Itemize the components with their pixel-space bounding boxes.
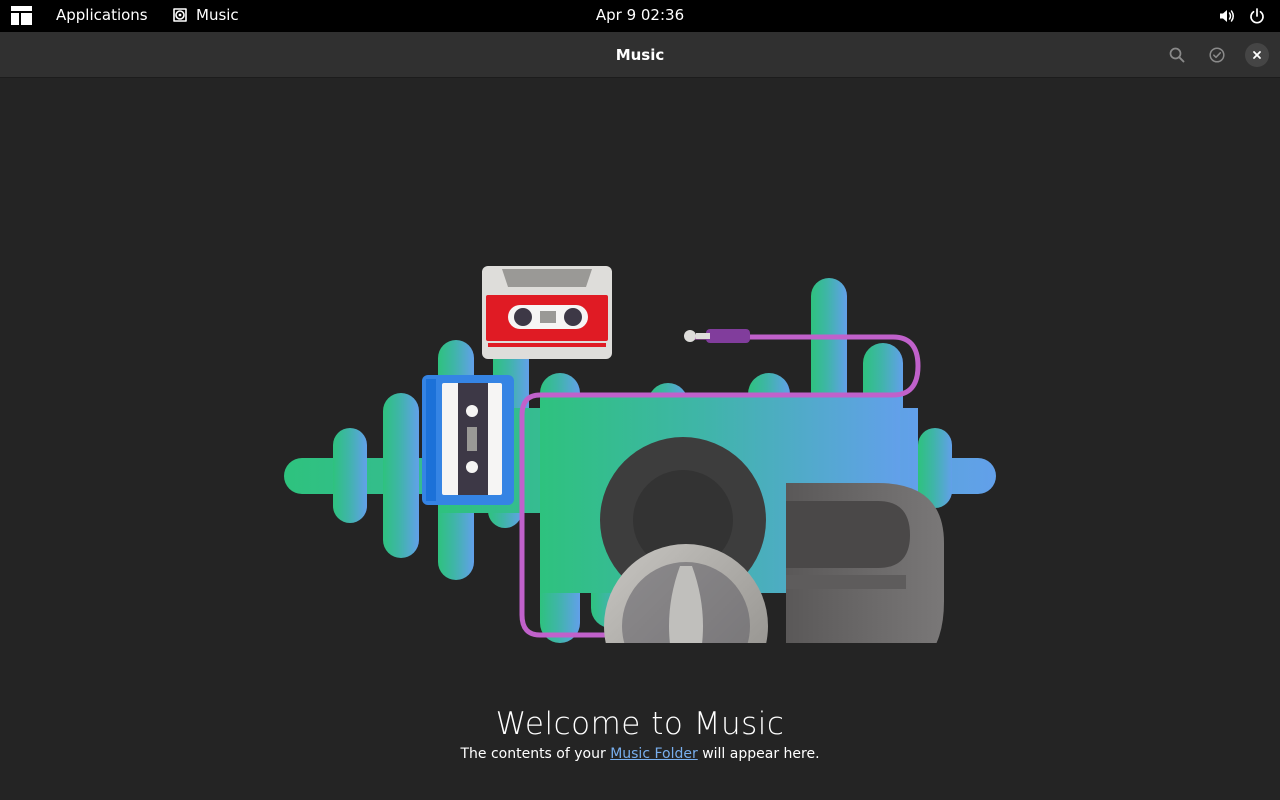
selection-mode-button[interactable]: [1205, 43, 1229, 67]
empty-state-view: Welcome to Music The contents of your Mu…: [0, 78, 1280, 800]
top-bar: Applications Music Apr 9 02:36: [0, 0, 1280, 32]
close-icon: [1253, 51, 1261, 59]
window-title: Music: [615, 46, 665, 64]
power-icon: [1250, 8, 1264, 24]
activities-icon[interactable]: [11, 6, 32, 25]
music-folder-link[interactable]: Music Folder: [610, 746, 698, 762]
search-button[interactable]: [1165, 43, 1189, 67]
subtitle-prefix: The contents of your: [460, 746, 611, 762]
app-menu[interactable]: Music: [172, 6, 239, 24]
subtitle-suffix: will appear here.: [697, 746, 820, 762]
system-status-area[interactable]: [1218, 7, 1266, 25]
clock[interactable]: Apr 9 02:36: [596, 6, 684, 24]
app-menu-label: Music: [196, 6, 239, 24]
welcome-subtitle: The contents of your Music Folder will a…: [0, 746, 1280, 762]
search-icon: [1169, 47, 1185, 63]
welcome-title: Welcome to Music: [495, 706, 785, 742]
music-app-icon: [173, 8, 187, 22]
red-cassette: [482, 266, 612, 359]
close-button[interactable]: [1245, 43, 1269, 67]
selection-check-icon: [1209, 47, 1225, 63]
header-bar: Music: [0, 32, 1280, 78]
applications-menu[interactable]: Applications: [56, 6, 148, 24]
volume-icon: [1220, 10, 1234, 22]
blue-cassette: [422, 375, 514, 505]
audio-jack: [684, 329, 750, 343]
music-illustration: [284, 266, 996, 643]
